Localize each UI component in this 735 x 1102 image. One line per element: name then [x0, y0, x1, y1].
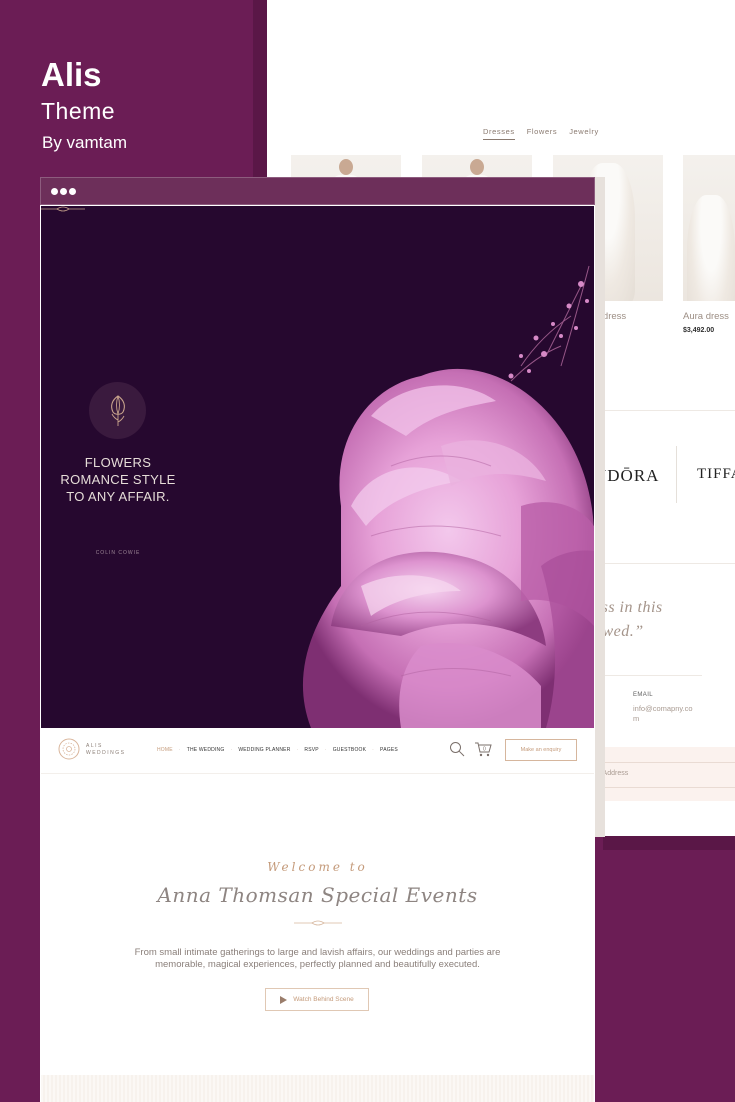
nav-menu: HOME · THE WEDDING · WEDDING PLANNER · RSVP…: [157, 747, 398, 753]
window-side-strip: [595, 177, 605, 837]
tab-dresses[interactable]: Dresses: [483, 127, 515, 140]
cart-count: 0: [483, 747, 486, 753]
hero-tagline: FLOWERS ROMANCE STYLE TO ANY AFFAIR.: [60, 455, 176, 504]
nav-item-pages[interactable]: PAGES: [380, 747, 398, 753]
brand-subtitle: Theme: [41, 98, 116, 124]
divider: [594, 762, 735, 763]
logo-text[interactable]: ALIS WEDDINGS: [86, 743, 126, 757]
watch-button-label: Watch Behind Scene: [293, 996, 354, 1003]
brand-title: Alis: [41, 56, 102, 93]
window-dot-icon: [69, 188, 76, 195]
window-dot-icon: [51, 188, 58, 195]
tulip-icon: [111, 395, 125, 426]
welcome-heading: Welcome to: [267, 860, 368, 874]
ornament-icon: [294, 920, 342, 926]
browser-window: FLOWERS ROMANCE STYLE TO ANY AFFAIR. COL…: [40, 177, 595, 1102]
back-page-shadow: [603, 836, 735, 850]
alis-logo-icon[interactable]: [58, 738, 80, 760]
logo-line: WEDDINGS: [86, 750, 126, 756]
watch-behind-scene-button[interactable]: Watch Behind Scene: [265, 988, 369, 1011]
email-label: EMAIL: [633, 692, 654, 698]
product-price: $3,492.00: [683, 327, 715, 334]
cart-icon[interactable]: 0: [474, 741, 492, 757]
make-enquiry-button[interactable]: Make an enquiry: [505, 739, 577, 761]
product-image[interactable]: [683, 155, 735, 301]
main-navigation: ALIS WEDDINGS HOME · THE WEDDING · WEDDING…: [41, 728, 594, 774]
tulip-medallion: [89, 382, 146, 439]
nav-item-the-wedding[interactable]: THE WEDDING: [187, 747, 225, 753]
ornament-icon: [41, 206, 85, 212]
tab-jewelry[interactable]: Jewelry: [569, 127, 599, 140]
intro-description: From small intimate gatherings to large …: [134, 947, 501, 970]
nav-item-guestbook[interactable]: GUESTBOOK: [333, 747, 366, 753]
event-title: Anna Thomsan Special Events: [157, 883, 478, 907]
nav-item-wedding-planner[interactable]: WEDDING PLANNER: [238, 747, 290, 753]
nav-item-rsvp[interactable]: RSVP: [304, 747, 318, 753]
logo-line: ALIS: [86, 743, 103, 749]
email-value[interactable]: info@comapny.co m: [633, 704, 699, 724]
divider: [676, 446, 677, 503]
divider: [594, 787, 735, 788]
play-icon: [280, 995, 288, 1004]
window-title-bar: [40, 177, 595, 205]
window-dot-icon: [60, 188, 67, 195]
nav-item-home[interactable]: HOME: [157, 747, 173, 753]
product-name[interactable]: Aura dress: [683, 311, 729, 322]
brand-author: By vamtam: [42, 133, 128, 152]
tab-flowers[interactable]: Flowers: [527, 127, 557, 140]
footer-strip: [41, 1075, 594, 1102]
hero-author: COLIN COWIE: [95, 550, 141, 556]
search-icon[interactable]: [449, 741, 465, 757]
partner-logo: TIFFA: [697, 466, 735, 482]
product-tabs: Dresses Flowers Jewelry: [483, 127, 599, 140]
hero-section: FLOWERS ROMANCE STYLE TO ANY AFFAIR. COL…: [41, 206, 594, 728]
divider: [594, 675, 702, 676]
